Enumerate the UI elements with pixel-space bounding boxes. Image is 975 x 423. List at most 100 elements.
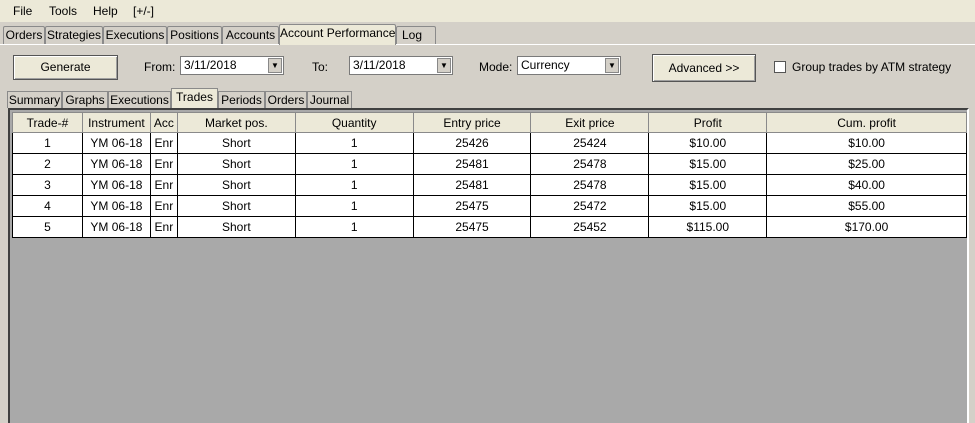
trades-grid: Trade-# Instrument Acc Market pos. Quant… — [8, 108, 969, 423]
from-label: From: — [144, 60, 176, 74]
table-cell: Enr — [149, 216, 178, 238]
tab-account-performance[interactable]: Account Performance — [279, 24, 396, 45]
table-cell: Enr — [149, 153, 178, 175]
mode-label: Mode: — [479, 60, 513, 74]
table-cell: Short — [176, 132, 296, 154]
tab-panel-edge — [0, 44, 975, 45]
table-cell: YM 06-18 — [81, 132, 151, 154]
table-cell: Enr — [149, 174, 178, 196]
column-header[interactable]: Trade-# — [12, 112, 83, 133]
menu-file[interactable]: File — [13, 4, 32, 18]
menu-tools[interactable]: Tools — [49, 4, 77, 18]
table-cell: Enr — [149, 132, 178, 154]
column-header[interactable]: Cum. profit — [766, 112, 967, 133]
table-cell: $25.00 — [766, 153, 967, 175]
column-header[interactable]: Acc — [149, 112, 178, 133]
table-cell: $15.00 — [648, 174, 768, 196]
group-by-atm-checkbox[interactable] — [774, 61, 786, 73]
table-cell: 1 — [294, 153, 414, 175]
subtab-orders[interactable]: Orders — [265, 91, 307, 108]
table-cell: $115.00 — [648, 216, 768, 238]
table-cell: 25481 — [412, 174, 532, 196]
report-tab-strip: Summary Graphs Executions Trades Periods… — [0, 88, 975, 108]
to-date-value: 3/11/2018 — [353, 58, 406, 72]
dropdown-arrow-icon[interactable]: ▼ — [605, 58, 619, 73]
table-row[interactable]: 4 YM 06-18 Enr Short 1 25475 25472 $15.0… — [12, 195, 967, 217]
subtab-executions[interactable]: Executions — [108, 91, 171, 108]
table-row[interactable]: 3 YM 06-18 Enr Short 1 25481 25478 $15.0… — [12, 174, 967, 196]
tab-positions[interactable]: Positions — [167, 26, 222, 44]
table-cell: 25481 — [412, 153, 532, 175]
table-cell: 25478 — [530, 174, 650, 196]
advanced-button[interactable]: Advanced >> — [652, 54, 756, 82]
column-header[interactable]: Instrument — [81, 112, 151, 133]
to-label: To: — [312, 60, 329, 74]
subtab-journal[interactable]: Journal — [307, 91, 352, 108]
performance-toolbar: Generate From: 3/11/2018 ▼ To: 3/11/2018… — [0, 46, 975, 88]
main-tab-strip: Orders Strategies Executions Positions A… — [0, 24, 975, 46]
subtab-summary[interactable]: Summary — [7, 91, 62, 108]
subtab-periods[interactable]: Periods — [218, 91, 265, 108]
tab-orders[interactable]: Orders — [3, 26, 45, 44]
table-cell: Short — [176, 195, 296, 217]
tab-accounts[interactable]: Accounts — [222, 26, 279, 44]
trades-table: Trade-# Instrument Acc Market pos. Quant… — [12, 112, 967, 238]
from-date-picker[interactable]: 3/11/2018 ▼ — [180, 56, 284, 75]
table-cell: YM 06-18 — [81, 174, 151, 196]
tab-executions[interactable]: Executions — [103, 26, 167, 44]
table-cell: $10.00 — [648, 132, 768, 154]
table-cell: YM 06-18 — [81, 216, 151, 238]
table-cell: $40.00 — [766, 174, 967, 196]
table-cell: 25424 — [530, 132, 650, 154]
table-cell: $15.00 — [648, 195, 768, 217]
table-cell: $10.00 — [766, 132, 967, 154]
subtab-graphs[interactable]: Graphs — [62, 91, 108, 108]
dropdown-arrow-icon[interactable]: ▼ — [437, 58, 451, 73]
table-cell: 25452 — [530, 216, 650, 238]
table-cell: Enr — [149, 195, 178, 217]
table-row[interactable]: 1 YM 06-18 Enr Short 1 25426 25424 $10.0… — [12, 132, 967, 154]
table-cell: 5 — [12, 216, 83, 238]
from-date-value: 3/11/2018 — [184, 58, 237, 72]
table-cell: 25426 — [412, 132, 532, 154]
tab-strategies[interactable]: Strategies — [45, 26, 103, 44]
menu-help[interactable]: Help — [93, 4, 118, 18]
dropdown-arrow-icon[interactable]: ▼ — [268, 58, 282, 73]
table-cell: 2 — [12, 153, 83, 175]
subtab-trades[interactable]: Trades — [171, 88, 218, 108]
table-cell: Short — [176, 216, 296, 238]
table-cell: 1 — [294, 216, 414, 238]
column-header[interactable]: Quantity — [294, 112, 414, 133]
column-header[interactable]: Profit — [648, 112, 768, 133]
table-row[interactable]: 5 YM 06-18 Enr Short 1 25475 25452 $115.… — [12, 216, 967, 238]
table-cell: $55.00 — [766, 195, 967, 217]
column-header[interactable]: Entry price — [412, 112, 532, 133]
table-cell: Short — [176, 153, 296, 175]
table-cell: YM 06-18 — [81, 195, 151, 217]
table-cell: 3 — [12, 174, 83, 196]
table-cell: $170.00 — [766, 216, 967, 238]
column-header[interactable]: Market pos. — [176, 112, 296, 133]
tab-log[interactable]: Log — [396, 26, 436, 44]
table-cell: $15.00 — [648, 153, 768, 175]
mode-select[interactable]: Currency ▼ — [517, 56, 621, 75]
table-cell: 1 — [294, 132, 414, 154]
table-cell: 25472 — [530, 195, 650, 217]
table-cell: 1 — [294, 174, 414, 196]
table-row[interactable]: 2 YM 06-18 Enr Short 1 25481 25478 $15.0… — [12, 153, 967, 175]
table-cell: 25475 — [412, 216, 532, 238]
table-cell: 25475 — [412, 195, 532, 217]
table-cell: 4 — [12, 195, 83, 217]
table-cell: YM 06-18 — [81, 153, 151, 175]
table-cell: Short — [176, 174, 296, 196]
mode-value: Currency — [521, 58, 570, 72]
menu-expand-toggle[interactable]: [+/-] — [133, 4, 154, 18]
table-cell: 25478 — [530, 153, 650, 175]
column-header[interactable]: Exit price — [530, 112, 650, 133]
table-cell: 1 — [294, 195, 414, 217]
table-header-row: Trade-# Instrument Acc Market pos. Quant… — [12, 112, 967, 133]
to-date-picker[interactable]: 3/11/2018 ▼ — [349, 56, 453, 75]
generate-button[interactable]: Generate — [13, 55, 118, 80]
menu-bar: File Tools Help [+/-] — [0, 0, 975, 22]
group-by-atm-label: Group trades by ATM strategy — [792, 60, 952, 74]
